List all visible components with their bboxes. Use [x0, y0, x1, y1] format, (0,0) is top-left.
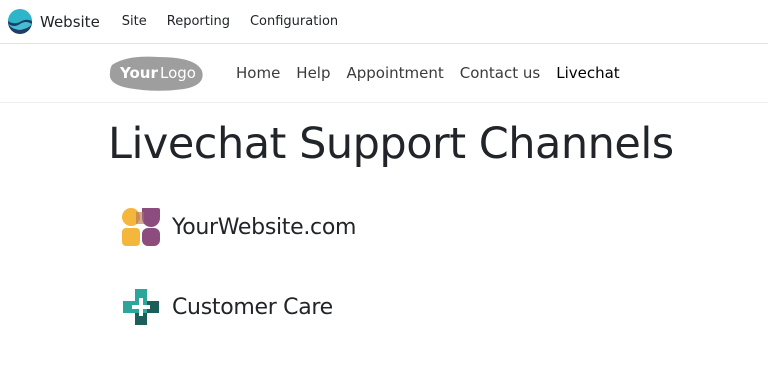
nav-contact-us[interactable]: Contact us: [460, 64, 540, 82]
top-menu: Site Reporting Configuration: [112, 14, 348, 29]
site-header: Your Logo Home Help Appointment Contact …: [0, 44, 768, 103]
menu-reporting[interactable]: Reporting: [167, 14, 230, 29]
app-name: Website: [40, 12, 100, 31]
site-nav: Home Help Appointment Contact us Livecha…: [228, 64, 628, 82]
medical-cross-icon: [123, 289, 159, 326]
menu-configuration[interactable]: Configuration: [250, 14, 338, 29]
nav-livechat[interactable]: Livechat: [556, 64, 619, 82]
channel-name: YourWebsite.com: [172, 214, 357, 240]
nav-home[interactable]: Home: [236, 64, 280, 82]
page-title: Livechat Support Channels: [108, 119, 674, 169]
svg-text:Logo: Logo: [160, 64, 196, 82]
your-logo[interactable]: Your Logo: [106, 51, 206, 95]
website-app-icon: [8, 8, 32, 34]
app-brand[interactable]: Website: [7, 8, 100, 35]
menu-site[interactable]: Site: [122, 14, 147, 29]
nav-help[interactable]: Help: [296, 64, 330, 82]
channel-name: Customer Care: [172, 294, 333, 320]
channel-item-customer-care[interactable]: Customer Care: [120, 286, 768, 328]
users-icon: [122, 208, 160, 247]
svg-text:Your: Your: [119, 64, 158, 82]
channel-item-yourwebsite[interactable]: YourWebsite.com: [120, 206, 768, 248]
app-topbar: Website Site Reporting Configuration: [0, 0, 768, 44]
nav-appointment[interactable]: Appointment: [347, 64, 444, 82]
